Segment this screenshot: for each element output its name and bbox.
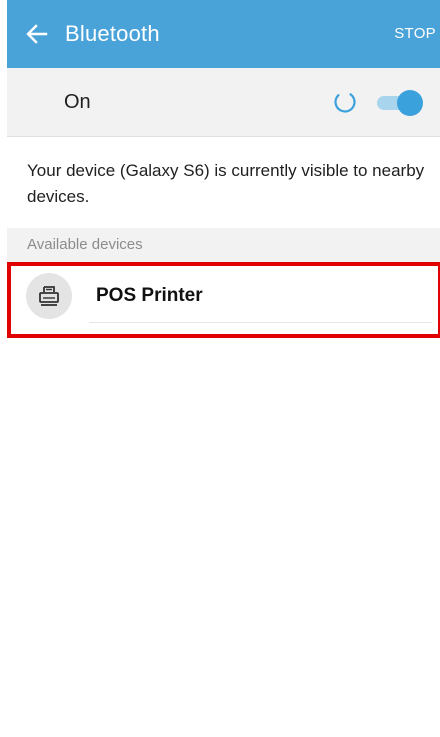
visibility-description: Your device (Galaxy S6) is currently vis…: [27, 161, 425, 206]
loading-spinner-icon: [334, 91, 356, 113]
available-devices-header: Available devices: [7, 228, 440, 262]
section-header-label: Available devices: [27, 236, 143, 253]
printer-icon: [39, 286, 59, 306]
arrow-left-icon: [26, 24, 48, 44]
device-item-pos-printer[interactable]: POS Printer: [7, 264, 440, 334]
toggle-label: On: [64, 91, 91, 113]
bluetooth-toggle-row[interactable]: On: [7, 68, 440, 137]
divider: [89, 322, 432, 323]
device-name: POS Printer: [96, 285, 203, 306]
stop-button[interactable]: STOP: [394, 22, 436, 46]
device-icon-container: [26, 273, 72, 319]
switch-thumb: [397, 90, 423, 116]
bluetooth-screen: Bluetooth STOP On Your device (Galaxy S6…: [0, 0, 440, 737]
app-bar: Bluetooth STOP: [7, 0, 440, 68]
bluetooth-switch[interactable]: [373, 90, 425, 116]
back-button[interactable]: [25, 20, 49, 48]
page-title: Bluetooth: [65, 21, 160, 46]
